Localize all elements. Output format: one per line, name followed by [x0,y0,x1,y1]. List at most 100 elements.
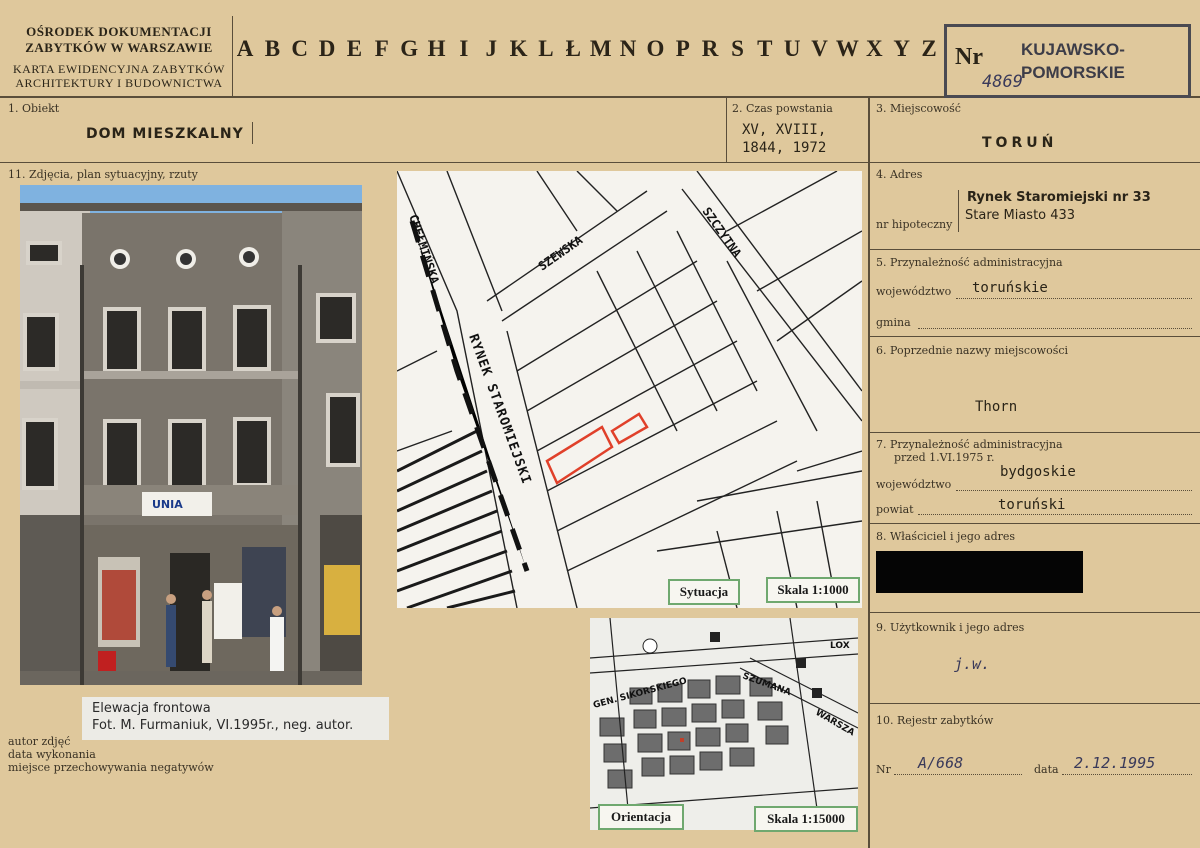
poprzednie-value: Thorn [975,399,1018,415]
letter-index-item: D [318,36,336,61]
situation-map-drawing: CHEŁMIŃSKA SZEWSKA SZCZYTNA RYNEK STAROM… [397,171,862,608]
przed-divider [870,523,1200,524]
photo-caption: Elewacja frontowa Fot. M. Furmaniuk, VI.… [82,697,389,740]
czas-line1: XV, XVIII, [742,122,827,138]
letter-index-item: I [459,36,469,61]
rejestr-data-label: data [1034,763,1059,776]
letter-index-item: Z [921,36,937,61]
letter-index-item: R [701,36,719,61]
uzytkownik-divider [870,703,1200,704]
rejestr-nr-label: Nr [876,763,891,776]
letter-index-item: V [811,36,828,61]
letter-index-item: F [374,36,389,61]
stamp-line2: POMORSKIE [1021,63,1125,82]
adres-tick [958,190,959,232]
obiekt-tick [252,122,253,144]
highlighted-plot-rear [610,412,649,445]
uzytkownik-label: 9. Użytkownik i jego adres [876,621,1025,634]
adres-label: 4. Adres [876,168,923,181]
obiekt-label: 1. Obiekt [8,102,60,115]
header-vdivider [232,16,233,96]
data-label: data wykonania [8,748,96,761]
letter-index-item: J [485,36,497,61]
org-line1: OŚRODEK DOKUMENTACJI [26,24,212,39]
powiat-label: powiat [876,503,914,516]
miejsce-label: miejsce przechowywania negatywów [8,761,214,774]
orientacja-label: Orientacja [598,804,684,830]
stamp-line1: KUJAWSKO- [1021,40,1125,59]
adres-divider [870,249,1200,250]
rejestr-data-value: 2.12.1995 [1074,754,1156,772]
rejestr-data-dots [1062,774,1192,775]
powiat-value: toruński [998,497,1066,513]
street-szewska: SZEWSKA [536,233,586,274]
sytuacja-label: Sytuacja [668,579,740,605]
zdjecia-label: 11. Zdjęcia, plan sytuacyjny, rzuty [8,168,198,181]
street-szczytna: SZCZYTNA [700,205,745,261]
uzytkownik-value: j.w. [954,655,991,673]
letter-index-item: P [675,36,690,61]
rejestr-label: 10. Rejestr zabytków [876,714,994,727]
gmina-label: gmina [876,316,911,329]
przynaleznosc-divider [870,336,1200,337]
letter-index-item: M [589,36,612,61]
situation-map: CHEŁMIŃSKA SZEWSKA SZCZYTNA RYNEK STAROM… [397,171,862,608]
wojewodztwo-przed-dots [956,490,1192,491]
czas-vdivider [726,96,727,162]
poprzednie-label: 6. Poprzednie nazwy miejscowości [876,344,1069,357]
letter-index-item: X [865,36,883,61]
org-line3: KARTA EWIDENCYJNA ZABYTKÓW [13,62,225,76]
letter-index-item: E [346,36,363,61]
street-rynek: RYNEK STAROMIEJSKI [465,332,533,486]
caption-line2: Fot. M. Furmaniuk, VI.1995r., neg. autor… [92,718,354,733]
letter-index-item: K [509,36,528,61]
miejscowosc-label: 3. Miejscowość [876,102,961,115]
region-stamp: KUJAWSKO- POMORSKIE [944,24,1191,98]
autor-label: autor zdjęć [8,735,71,748]
sign-unia: UNIA [152,498,183,511]
street-chelminska: CHEŁMIŃSKA [406,212,443,286]
skala1-label: Skala 1:1000 [766,577,860,603]
przed-label: 7. Przynależność administracyjna [876,438,1063,451]
redacted-owner [876,551,1083,593]
czas-label: 2. Czas powstania [732,102,833,115]
gmina-dots [918,328,1192,329]
wojewodztwo-przed-value: bydgoskie [1000,464,1076,480]
wlasciciel-label: 8. Właściciel i jego adres [876,530,1016,543]
wojewodztwo-przed-label: województwo [876,478,952,491]
letter-index-item: Ł [565,36,581,61]
wojewodztwo-value: toruńskie [972,280,1048,296]
right-column-divider [868,96,870,848]
letter-index-item: S [731,36,744,61]
wojewodztwo-dots [956,298,1192,299]
letter-index-item: N [619,36,637,61]
poprzednie-divider [870,432,1200,433]
record-card: OŚRODEK DOKUMENTACJI ZABYTKÓW W WARSZAWI… [0,0,1200,848]
facade-illustration: UNIA [20,185,362,685]
rejestr-nr-value: A/668 [918,754,964,772]
wlasciciel-divider [870,612,1200,613]
org-line4: ARCHITEKTURY I BUDOWNICTWA [15,76,223,90]
adres-line1: Rynek Staromiejski nr 33 [967,190,1151,205]
rejestr-nr-dots [894,774,1022,775]
facade-photo: UNIA [20,185,362,685]
caption-line1: Elewacja frontowa [92,701,211,716]
letter-index-item: W [835,36,859,61]
letter-index: ABCDEFGHIJKLŁMNOPRSTUVWXYZ [234,36,940,62]
wojewodztwo-label: województwo [876,285,952,298]
miejscowosc-value: TORUŃ [982,135,1058,151]
przynaleznosc-label: 5. Przynależność administracyjna [876,256,1063,269]
org-block: OŚRODEK DOKUMENTACJI ZABYTKÓW W WARSZAWI… [8,24,230,90]
powiat-dots [918,514,1192,515]
letter-index-item: U [783,36,801,61]
letter-index-item: A [236,36,254,61]
nr-hipoteczny-label: nr hipoteczny [876,218,953,231]
org-line2: ZABYTKÓW W WARSZAWIE [25,40,213,55]
skala2-label: Skala 1:15000 [754,806,858,832]
orientation-map-drawing: GEN. SIKORSKIEGO SZUMANA WARSZA LOX [590,618,858,830]
letter-index-item: T [757,36,773,61]
letter-index-item: L [538,36,554,61]
adres-line2: Stare Miasto 433 [965,208,1076,223]
letter-index-item: G [400,36,419,61]
czas-line2: 1844, 1972 [742,140,827,156]
